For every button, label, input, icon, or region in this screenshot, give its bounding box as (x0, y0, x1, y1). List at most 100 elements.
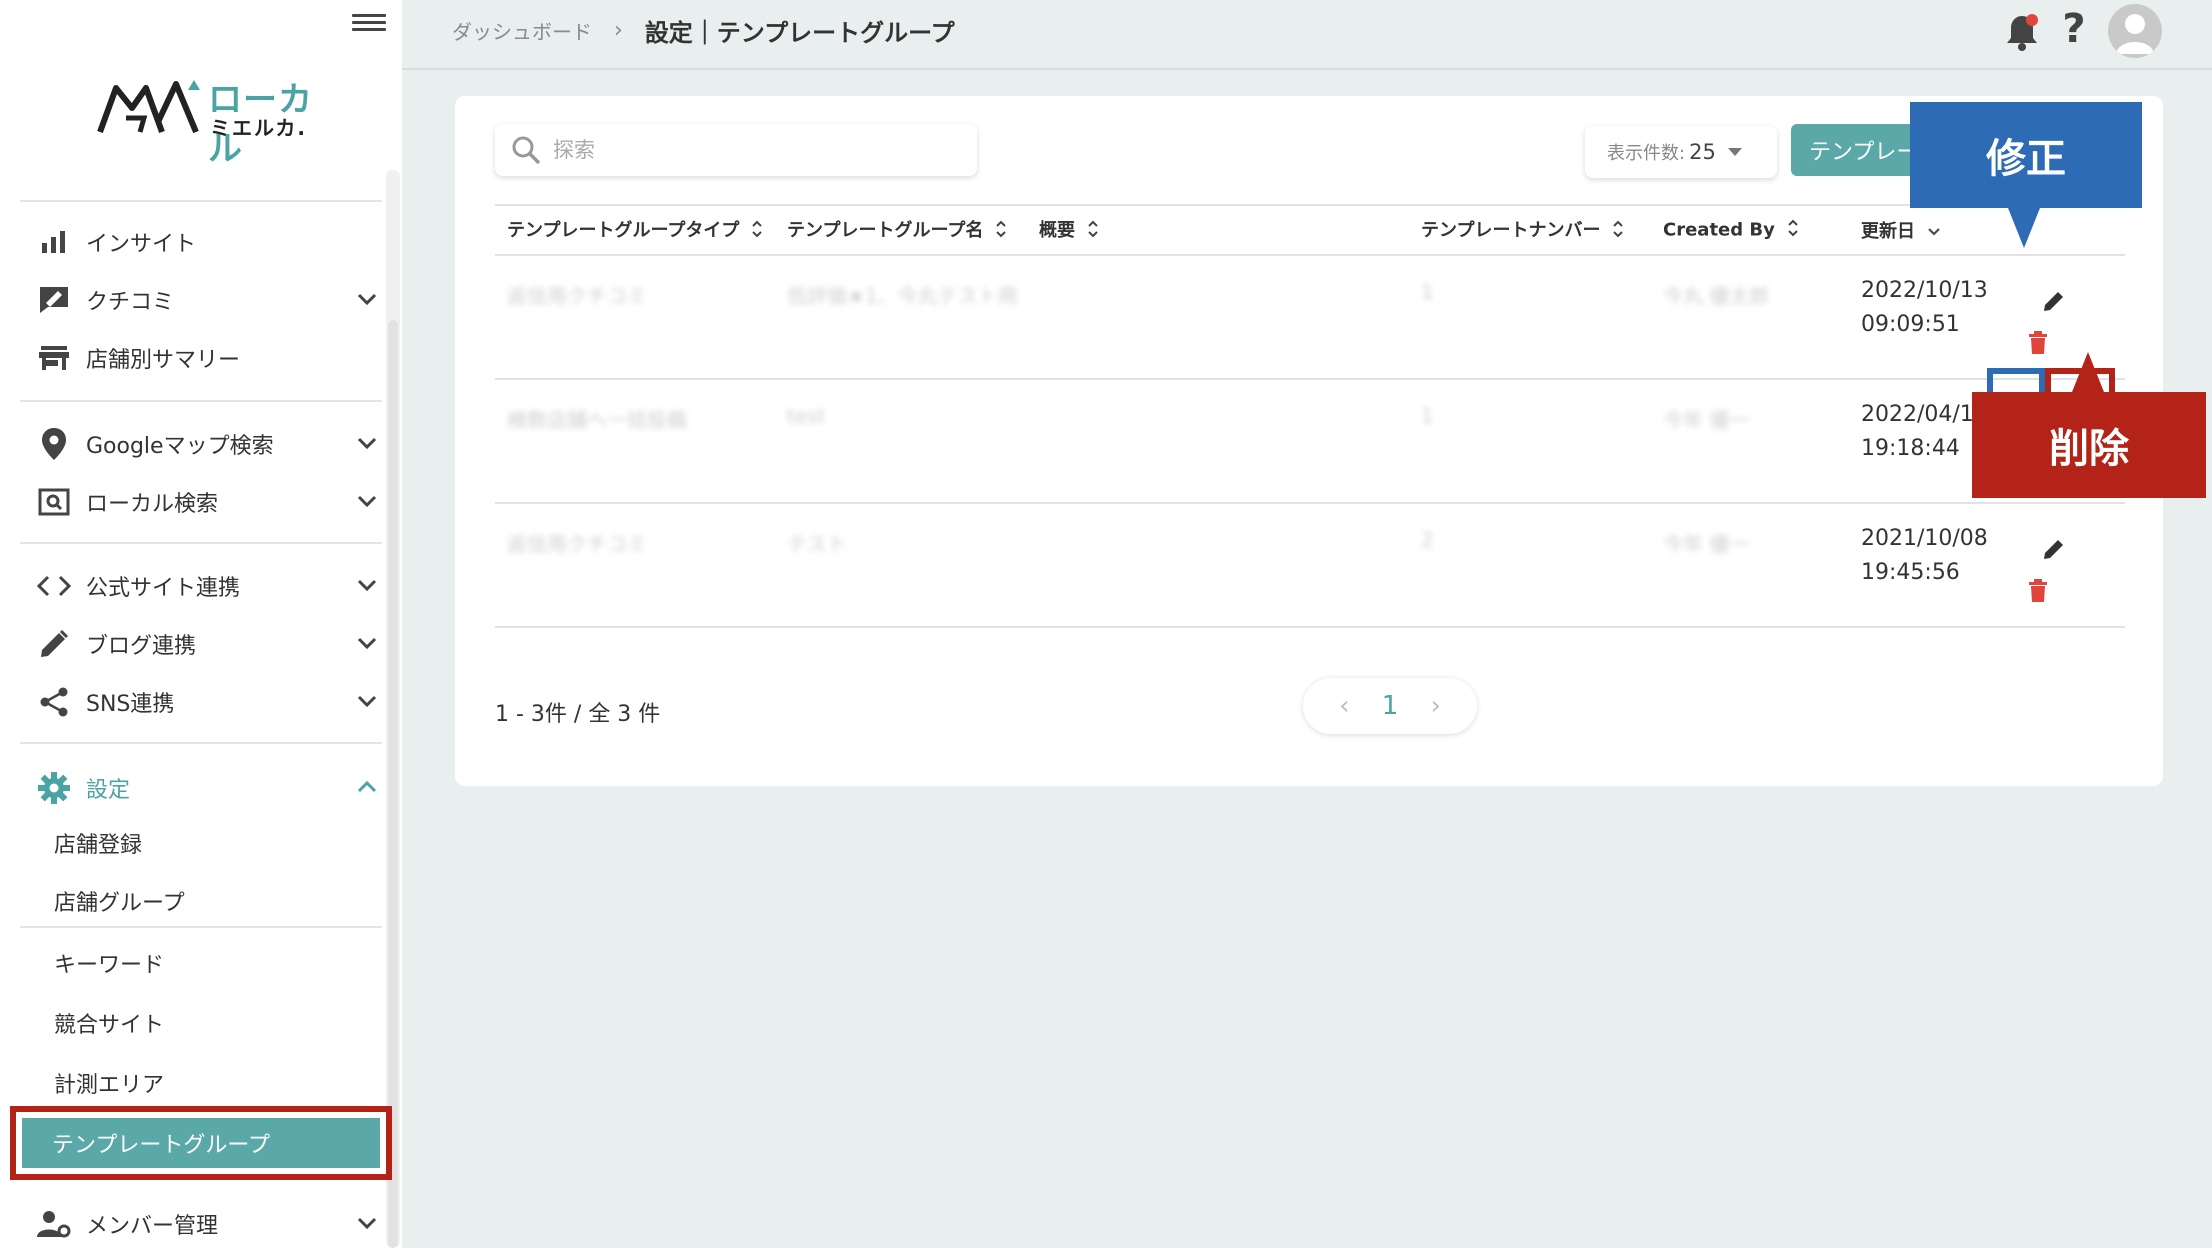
edit-callout: 修正 (1910, 102, 2142, 248)
sidebar-item-label: ブログ連携 (86, 634, 197, 659)
cell-number: 1 (1421, 255, 1663, 380)
sidebar-item-official-site[interactable]: 公式サイト連携 (20, 558, 382, 614)
cell-text: 低評価★1、今丸テスト用 (787, 284, 1018, 308)
search-icon (509, 133, 543, 167)
sidebar-item-blog[interactable]: ブログ連携 (20, 616, 382, 672)
cell-name: 低評価★1、今丸テスト用 (787, 255, 1039, 380)
cell-created-by: 今年 優一 (1663, 379, 1861, 504)
sidebar-subitem-keyword[interactable]: キーワード (20, 938, 382, 988)
sort-icon[interactable] (751, 219, 763, 244)
code-icon (34, 566, 74, 606)
share-icon (34, 682, 74, 722)
sidebar-item-label: メンバー管理 (86, 1214, 219, 1239)
caret-down-icon (1727, 148, 1742, 156)
user-avatar[interactable] (2108, 4, 2162, 58)
cell-type: 返信用クチコミ (495, 255, 787, 380)
search-input[interactable] (553, 138, 953, 162)
sidebar-divider (20, 542, 382, 544)
per-page-value: 25 (1689, 140, 1716, 164)
chevron-down-icon[interactable] (354, 430, 380, 456)
pagination: ‹ 1 › (1303, 678, 1477, 734)
updated-time: 09:09:51 (1861, 312, 1960, 337)
column-header-label: テンプレートナンバー (1421, 220, 1601, 242)
cell-name: test (787, 379, 1039, 504)
page-title: 設定｜テンプレートグループ (644, 18, 955, 47)
page-number-button[interactable]: 1 (1382, 691, 1399, 721)
breadcrumb: ダッシュボード › 設定｜テンプレートグループ (452, 12, 955, 48)
delete-button[interactable] (2017, 322, 2059, 364)
sidebar-item-google-map-search[interactable]: Googleマップ検索 (20, 416, 382, 472)
cell-created-by: 今丸 優太郎 (1663, 255, 1861, 380)
cell-text: 2 (1421, 528, 1434, 552)
sidebar-divider (20, 926, 382, 928)
sidebar-subitem-measurement-area[interactable]: 計測エリア (20, 1058, 382, 1108)
review-edit-icon (34, 280, 74, 320)
delete-callout: 削除 (1972, 352, 2206, 498)
column-header-updated[interactable]: 更新日 (1861, 204, 2003, 256)
cell-text: 返信用クチコミ (507, 284, 647, 308)
breadcrumb-dashboard-link[interactable]: ダッシュボード (452, 16, 592, 45)
sort-icon[interactable] (1087, 219, 1099, 244)
notification-bell-icon[interactable] (2002, 12, 2042, 52)
sidebar-item-label: 店舗別サマリー (86, 348, 241, 373)
sidebar-subitem-competitor-site[interactable]: 競合サイト (20, 998, 382, 1048)
cell-actions (2003, 255, 2125, 380)
sidebar-item-reviews[interactable]: クチコミ (20, 272, 382, 328)
sidebar-subitem-store-registration[interactable]: 店舗登録 (20, 818, 382, 868)
column-header-label: 更新日 (1861, 221, 1915, 242)
column-header-type[interactable]: テンプレートグループタイプ (495, 204, 787, 256)
pencil-icon (2044, 292, 2063, 311)
pencil-icon (2044, 540, 2063, 559)
chevron-down-icon[interactable] (354, 286, 380, 312)
column-header-label: Created By (1663, 219, 1775, 240)
sort-icon[interactable] (995, 219, 1007, 244)
column-header-created-by[interactable]: Created By (1663, 204, 1861, 256)
help-icon[interactable]: ? (2056, 6, 2092, 56)
chevron-up-icon[interactable] (354, 774, 380, 800)
chevron-down-icon[interactable] (354, 688, 380, 714)
updated-time: 19:45:56 (1861, 560, 1960, 585)
prev-page-button[interactable]: ‹ (1339, 691, 1349, 721)
cell-summary (1039, 379, 1421, 504)
sidebar-item-local-search[interactable]: ローカル検索 (20, 474, 382, 530)
logo-brand-subtext: ミエルカ. (210, 116, 307, 140)
column-header-summary[interactable]: 概要 (1039, 204, 1421, 256)
cell-updated: 2022/10/13 09:09:51 (1861, 255, 2003, 380)
sort-desc-icon[interactable] (1927, 222, 1941, 243)
sidebar-item-store-summary[interactable]: 店舗別サマリー (20, 330, 382, 386)
store-icon (34, 338, 74, 378)
sidebar-item-insight[interactable]: インサイト (20, 214, 382, 270)
cell-number: 2 (1421, 503, 1663, 628)
user-settings-icon (34, 1204, 74, 1244)
next-page-button[interactable]: › (1430, 691, 1440, 721)
column-header-number[interactable]: テンプレートナンバー (1421, 204, 1663, 256)
cell-number: 1 (1421, 379, 1663, 504)
delete-button[interactable] (2017, 570, 2059, 612)
sort-icon[interactable] (1787, 218, 1799, 243)
sort-icon[interactable] (1612, 219, 1624, 244)
cell-name: テスト (787, 503, 1039, 628)
sidebar-item-label: ローカル検索 (86, 492, 219, 517)
chevron-down-icon[interactable] (354, 572, 380, 598)
sidebar-item-label: インサイト (86, 232, 197, 257)
per-page-select[interactable]: 表示件数: 25 (1585, 126, 1777, 178)
gear-icon (34, 768, 74, 808)
chevron-down-icon[interactable] (354, 488, 380, 514)
sidebar-subitem-store-group[interactable]: 店舗グループ (20, 876, 382, 926)
column-header-name[interactable]: テンプレートグループ名 (787, 204, 1039, 256)
menu-toggle-icon[interactable] (352, 10, 386, 40)
search-box (495, 124, 977, 176)
sidebar-subitem-label: 店舗登録 (54, 833, 143, 858)
edit-button[interactable] (2033, 280, 2075, 322)
chevron-down-icon[interactable] (354, 1210, 380, 1236)
sidebar-item-member-management[interactable]: メンバー管理 (20, 1196, 382, 1248)
edit-button[interactable] (2033, 528, 2075, 570)
sidebar-item-sns[interactable]: SNS連携 (20, 674, 382, 730)
sidebar-subitem-template-group[interactable]: テンプレートグループ (10, 1106, 392, 1180)
sidebar-subitem-label: 計測エリア (54, 1073, 165, 1098)
chevron-down-icon[interactable] (354, 630, 380, 656)
map-pin-icon (34, 424, 74, 464)
cell-text: 今年 優一 (1663, 532, 1750, 556)
sidebar-item-settings[interactable]: 設定 (20, 760, 382, 816)
sidebar-subitem-label: 競合サイト (54, 1013, 165, 1038)
